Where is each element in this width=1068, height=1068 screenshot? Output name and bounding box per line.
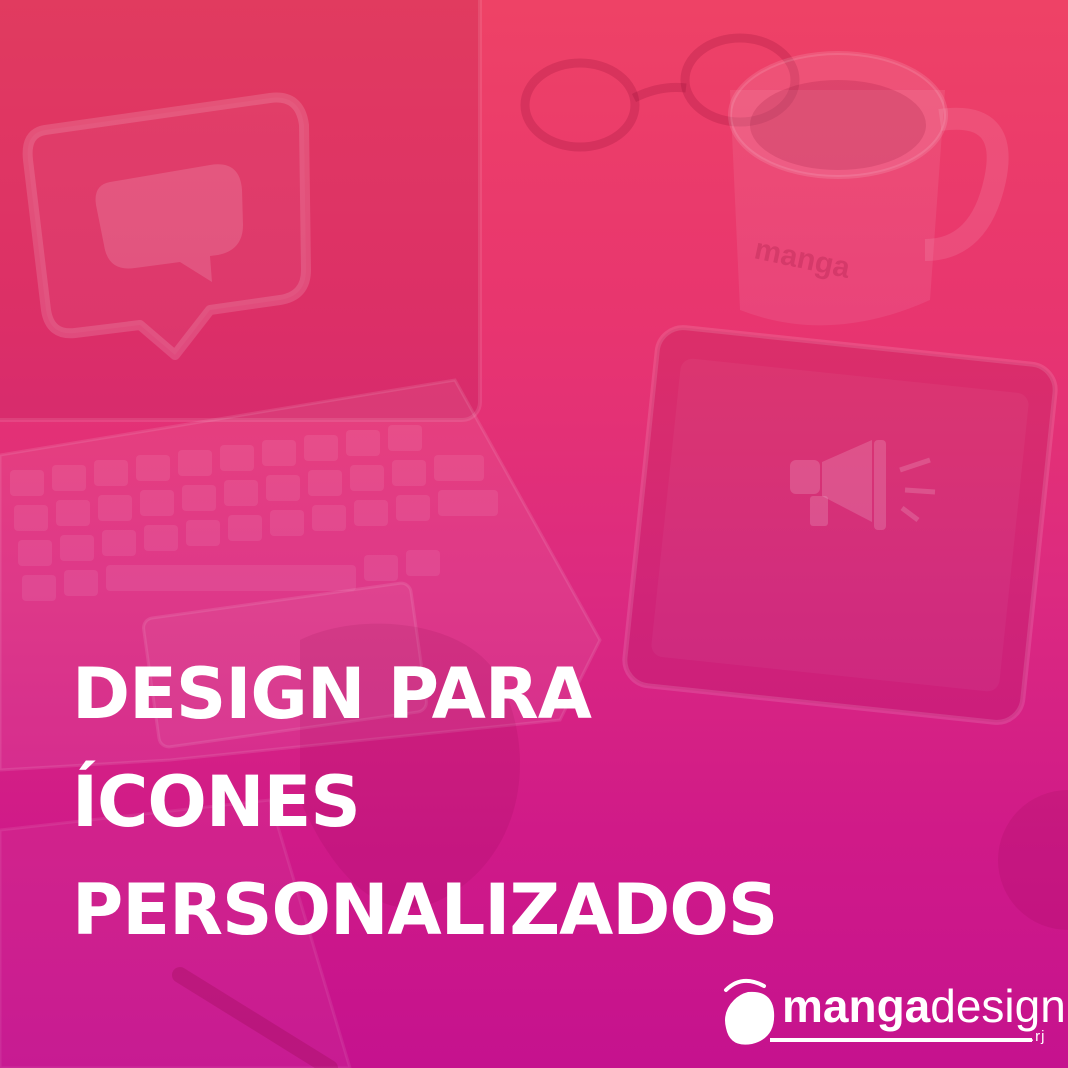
- promo-card: manga DESIGN PARA ÍCONES PERSONALIZADOS …: [0, 0, 1068, 1068]
- coffee-mug: manga: [728, 51, 1009, 326]
- headline-line-3: PERSONALIZADOS: [72, 869, 778, 951]
- brand-suffix: .rj: [1030, 1028, 1046, 1045]
- headline-line-2: ÍCONES: [72, 761, 361, 843]
- headline: DESIGN PARA ÍCONES PERSONALIZADOS: [72, 640, 778, 964]
- brand-word-bold: manga: [782, 980, 931, 1032]
- headline-line-1: DESIGN PARA: [72, 653, 592, 735]
- mango-logo-icon: [724, 978, 775, 1045]
- brand-word-light: design: [930, 980, 1066, 1032]
- brand-underline: [770, 1038, 1032, 1042]
- small-cup: [998, 790, 1068, 930]
- brand-logo: mangadesign .rj: [712, 972, 1066, 1052]
- brand-wordmark: mangadesign: [782, 978, 1066, 1034]
